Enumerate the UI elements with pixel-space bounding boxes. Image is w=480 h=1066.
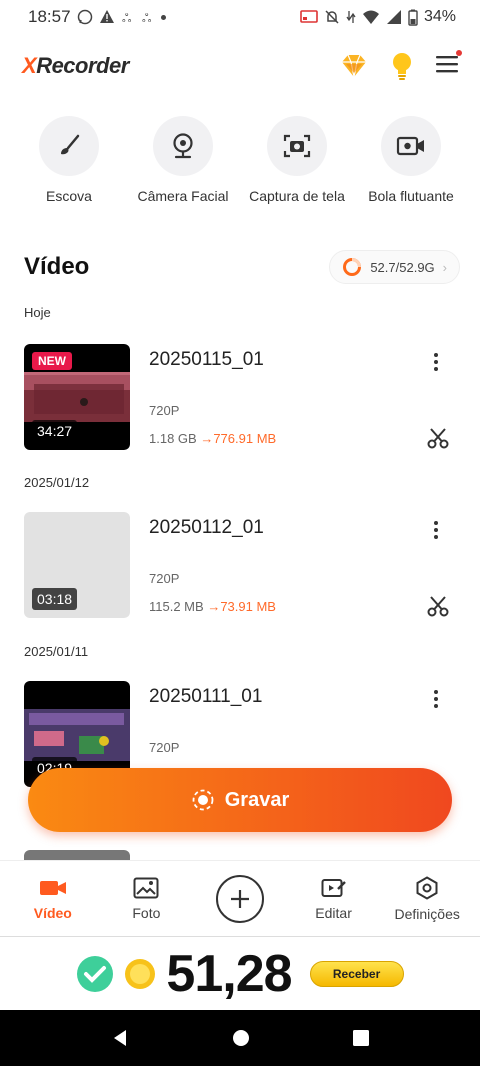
chevron-right-icon: › bbox=[442, 259, 447, 275]
storage-ring-icon bbox=[343, 258, 362, 276]
video-name: 20250115_01 bbox=[149, 349, 264, 370]
video-name: 20250112_01 bbox=[149, 517, 264, 538]
video-size: 115.2 MB →73.91 MB bbox=[149, 599, 276, 614]
notification-icon: ஃ bbox=[122, 11, 132, 24]
nav-add-button[interactable] bbox=[195, 874, 285, 923]
scissors-icon[interactable] bbox=[426, 426, 450, 450]
tools-row: Escova Câmera Facial Captura de tela Bol… bbox=[0, 116, 480, 204]
plus-icon bbox=[230, 889, 249, 908]
nav-tab-video[interactable]: Vídeo bbox=[8, 877, 98, 921]
warning-icon bbox=[99, 10, 114, 23]
arrow-right-icon: → bbox=[200, 431, 214, 446]
video-size: 1.18 GB →776.91 MB bbox=[149, 431, 277, 446]
tips-lightbulb-icon[interactable] bbox=[390, 51, 414, 81]
video-item[interactable]: NEW 34:27 20250115_01 720P 1.18 GB →776.… bbox=[24, 344, 460, 450]
back-icon[interactable] bbox=[110, 1028, 130, 1048]
signal-icon bbox=[386, 10, 401, 24]
nav-label: Editar bbox=[315, 904, 352, 921]
coin-icon bbox=[125, 958, 156, 989]
data-icon bbox=[346, 11, 356, 23]
app-logo: XRecorder bbox=[22, 53, 129, 78]
reward-amount: 51,28 bbox=[166, 944, 292, 1003]
storage-indicator[interactable]: 52.7/52.9G › bbox=[329, 250, 460, 284]
new-badge: NEW bbox=[32, 352, 72, 370]
date-label: 2025/01/11 bbox=[24, 644, 89, 659]
more-notifications-dot bbox=[160, 14, 166, 20]
nav-tab-settings[interactable]: Definições bbox=[382, 875, 472, 922]
video-name: 20250111_01 bbox=[149, 686, 263, 707]
section-title: Vídeo bbox=[24, 253, 90, 280]
video-thumbnail[interactable]: 03:18 bbox=[24, 512, 130, 618]
svg-text:ஃ: ஃ bbox=[142, 11, 152, 24]
notification-icon: ஃ bbox=[142, 11, 152, 24]
mute-icon bbox=[325, 10, 339, 24]
edit-icon bbox=[321, 878, 346, 897]
video-section-header: Vídeo 52.7/52.9G › bbox=[24, 250, 460, 284]
brush-icon bbox=[61, 134, 80, 155]
tool-screenshot[interactable]: Captura de tela bbox=[241, 116, 353, 204]
whatsapp-icon bbox=[77, 9, 92, 25]
video-thumbnail[interactable]: NEW 34:27 bbox=[24, 344, 130, 450]
video-resolution: 720P bbox=[149, 571, 180, 586]
hamburger-menu-icon[interactable] bbox=[436, 54, 458, 74]
photo-icon bbox=[133, 877, 159, 898]
arrow-right-icon: → bbox=[207, 599, 221, 614]
battery-level: 34% bbox=[423, 8, 456, 25]
date-label: Hoje bbox=[24, 305, 51, 320]
video-resolution: 720P bbox=[149, 740, 180, 755]
tool-label: Bola flutuante bbox=[368, 188, 454, 204]
premium-diamond-icon[interactable] bbox=[340, 53, 368, 79]
video-item[interactable]: 03:18 20250112_01 720P 115.2 MB →73.91 M… bbox=[24, 512, 460, 618]
home-icon[interactable] bbox=[231, 1028, 251, 1048]
tool-facecam[interactable]: Câmera Facial bbox=[127, 116, 239, 204]
nav-tab-edit[interactable]: Editar bbox=[289, 877, 379, 921]
status-bar: 18:57 ஃ ஃ 34% bbox=[0, 0, 480, 34]
nav-label: Foto bbox=[132, 904, 161, 921]
video-item-partial[interactable] bbox=[24, 850, 130, 860]
record-button[interactable]: Gravar bbox=[28, 768, 452, 832]
tool-label: Captura de tela bbox=[249, 188, 345, 204]
status-time: 18:57 bbox=[28, 7, 71, 26]
record-label: Gravar bbox=[224, 788, 290, 811]
app-bar: XRecorder bbox=[0, 40, 480, 92]
tool-brush[interactable]: Escova bbox=[13, 116, 125, 204]
wifi-icon bbox=[362, 10, 379, 24]
nav-tab-photo[interactable]: Foto bbox=[101, 877, 191, 921]
record-icon bbox=[192, 789, 214, 811]
battery-icon bbox=[408, 9, 418, 26]
tool-label: Câmera Facial bbox=[137, 188, 229, 204]
reward-banner[interactable]: 51,28 Receber bbox=[0, 936, 480, 1010]
storage-text: 52.7/52.9G bbox=[370, 259, 435, 275]
settings-icon bbox=[416, 875, 438, 900]
checkmark-icon bbox=[77, 955, 114, 992]
date-label: 2025/01/12 bbox=[24, 475, 90, 490]
receive-button[interactable]: Receber bbox=[309, 960, 404, 987]
video-duration: 34:27 bbox=[32, 420, 78, 442]
more-vertical-icon[interactable] bbox=[426, 687, 446, 711]
notification-dot bbox=[456, 49, 462, 56]
video-camera-icon bbox=[39, 880, 66, 895]
bottom-navigation: Vídeo Foto Editar Definições bbox=[0, 860, 480, 936]
cast-icon bbox=[300, 10, 318, 23]
nav-label: Definições bbox=[394, 905, 460, 922]
tool-label: Escova bbox=[46, 188, 92, 204]
more-vertical-icon[interactable] bbox=[426, 518, 446, 542]
webcam-icon bbox=[173, 133, 193, 159]
video-resolution: 720P bbox=[149, 403, 180, 418]
nav-label: Vídeo bbox=[33, 904, 72, 921]
menu-button[interactable] bbox=[436, 49, 462, 79]
system-navigation-bar bbox=[0, 1010, 480, 1066]
video-duration: 03:18 bbox=[32, 588, 78, 610]
svg-text:ஃ: ஃ bbox=[122, 11, 132, 24]
scissors-icon[interactable] bbox=[426, 594, 450, 618]
recents-icon[interactable] bbox=[352, 1029, 370, 1047]
floating-ball-icon bbox=[396, 136, 424, 156]
more-vertical-icon[interactable] bbox=[426, 350, 446, 374]
screenshot-icon bbox=[283, 134, 311, 158]
tool-floating-ball[interactable]: Bola flutuante bbox=[355, 116, 467, 204]
